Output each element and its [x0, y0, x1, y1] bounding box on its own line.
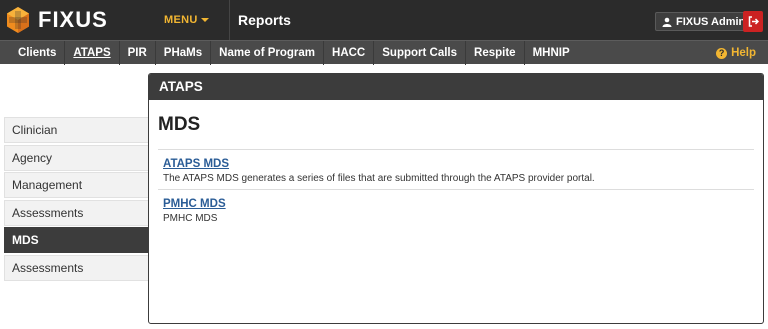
user-icon: [662, 17, 672, 27]
sidebar: Clinician Agency Management Assessments …: [4, 117, 149, 282]
menu-label: MENU: [164, 14, 198, 26]
content-panel: ATAPS MDS ATAPS MDS The ATAPS MDS genera…: [148, 73, 764, 324]
nav-item-phams[interactable]: PHaMs: [156, 41, 212, 65]
user-menu-button[interactable]: FIXUS Admin: [655, 12, 753, 31]
sidebar-item-agency[interactable]: Agency: [4, 144, 149, 171]
logo[interactable]: FIXUS: [4, 6, 108, 34]
help-icon: ?: [716, 47, 728, 59]
report-list: ATAPS MDS The ATAPS MDS generates a seri…: [158, 149, 754, 229]
menu-button[interactable]: MENU: [164, 14, 209, 26]
list-item: ATAPS MDS The ATAPS MDS generates a seri…: [158, 150, 754, 190]
fixus-logo-icon: [7, 7, 29, 33]
top-bar: FIXUS MENU Reports FIXUS Admin: [0, 0, 768, 40]
logout-button[interactable]: [743, 11, 763, 32]
help-label: Help: [731, 47, 756, 59]
nav-item-pir[interactable]: PIR: [120, 41, 156, 65]
nav-item-ataps[interactable]: ATAPS: [65, 41, 120, 65]
nav-item-support-calls[interactable]: Support Calls: [374, 41, 467, 65]
nav-item-clients[interactable]: Clients: [10, 41, 66, 65]
nav-items: Clients ATAPS PIR PHaMs Name of Program …: [10, 41, 578, 65]
list-item: PMHC MDS PMHC MDS: [158, 190, 754, 229]
report-link-pmhc-mds[interactable]: PMHC MDS: [163, 198, 226, 210]
nav-item-mhnip[interactable]: MHNIP: [525, 41, 578, 65]
panel-header: ATAPS: [149, 74, 763, 100]
page-title: MDS: [158, 114, 201, 135]
user-name: FIXUS Admin: [676, 15, 746, 28]
nav-item-respite[interactable]: Respite: [466, 41, 525, 65]
report-description: PMHC MDS: [163, 213, 218, 224]
report-description: The ATAPS MDS generates a series of file…: [163, 173, 595, 184]
caret-down-icon: [200, 18, 209, 22]
sidebar-item-mds[interactable]: MDS: [4, 227, 149, 253]
logout-icon: [748, 16, 759, 27]
nav-item-name-of-program[interactable]: Name of Program: [211, 41, 325, 65]
nav-item-hacc[interactable]: HACC: [324, 41, 375, 65]
sidebar-item-assessments-2[interactable]: Assessments: [4, 254, 149, 281]
section-title: Reports: [238, 12, 291, 28]
report-link-ataps-mds[interactable]: ATAPS MDS: [163, 158, 229, 170]
header-divider: [229, 0, 230, 40]
sidebar-item-management[interactable]: Management: [4, 172, 149, 198]
brand-name: FIXUS: [38, 7, 108, 32]
help-link[interactable]: ? Help: [716, 41, 756, 65]
main-nav: Clients ATAPS PIR PHaMs Name of Program …: [0, 40, 768, 65]
panel-body: MDS ATAPS MDS The ATAPS MDS generates a …: [149, 100, 763, 229]
sidebar-item-clinician[interactable]: Clinician: [4, 117, 149, 143]
sidebar-item-assessments[interactable]: Assessments: [4, 199, 149, 226]
